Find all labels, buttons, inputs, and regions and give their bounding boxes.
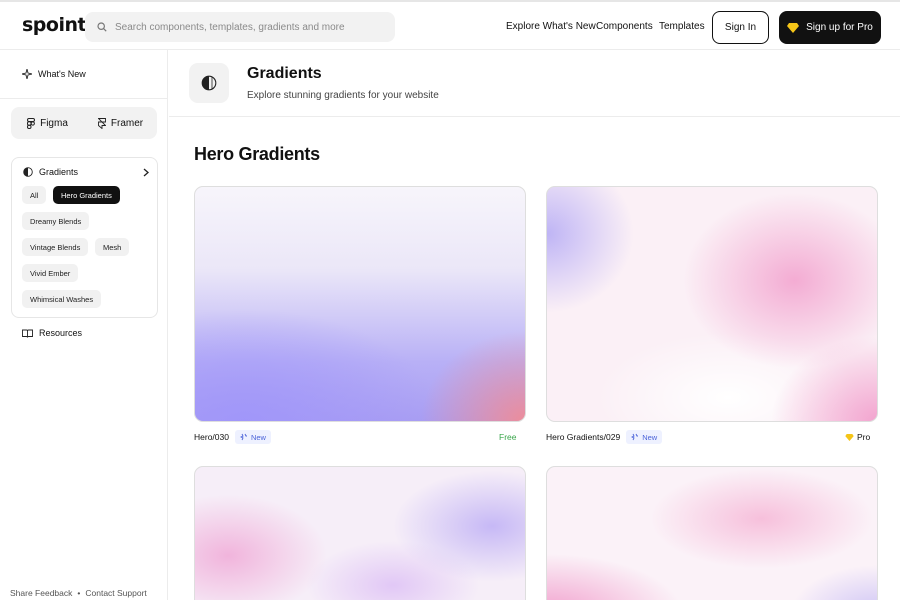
page-title: Gradients bbox=[247, 65, 322, 82]
free-label: Free bbox=[499, 432, 517, 442]
framer-icon bbox=[97, 117, 106, 129]
page-subtitle: Explore stunning gradients for your webs… bbox=[247, 90, 439, 101]
sparkle-icon bbox=[22, 69, 32, 79]
separator-dot: • bbox=[77, 588, 81, 598]
card-meta: Hero Gradients/029 New bbox=[546, 429, 663, 445]
category-label: Gradients bbox=[39, 167, 79, 177]
sidebar: What's New Figma Framer Gradients All He… bbox=[0, 50, 168, 600]
footer-links: Share Feedback • Contact Support bbox=[10, 588, 147, 598]
figma-label: Figma bbox=[40, 117, 68, 129]
pro-label: Pro bbox=[845, 432, 870, 442]
share-feedback-link[interactable]: Share Feedback bbox=[10, 588, 72, 598]
gem-icon bbox=[787, 22, 800, 33]
sparkle-icon bbox=[631, 433, 639, 441]
gradient-icon bbox=[189, 63, 229, 103]
gradient-card-thumbnail[interactable] bbox=[546, 186, 878, 422]
chip-dreamy-blends[interactable]: Dreamy Blends bbox=[22, 212, 90, 230]
chip-whimsical-washes[interactable]: Whimsical Washes bbox=[22, 290, 102, 308]
framer-label: Framer bbox=[110, 117, 144, 129]
card-title[interactable]: Hero Gradients/029 bbox=[546, 432, 620, 442]
section-title: Hero Gradients bbox=[194, 144, 320, 164]
chip-vintage-blends[interactable]: Vintage Blends bbox=[22, 238, 89, 256]
pro-label-text: Pro bbox=[857, 432, 871, 442]
divider bbox=[0, 98, 168, 99]
sign-up-pro-label: Sign up for Pro bbox=[806, 22, 873, 33]
tool-framer[interactable]: Framer bbox=[84, 107, 157, 139]
sign-in-button[interactable]: Sign In bbox=[712, 11, 769, 44]
contact-support-link[interactable]: Contact Support bbox=[85, 588, 146, 598]
card-meta: Hero/030 New bbox=[194, 429, 271, 445]
gradient-card-thumbnail[interactable] bbox=[194, 186, 526, 422]
page-header: Gradients Explore stunning gradients for… bbox=[169, 50, 900, 117]
nav-explore-whats-new[interactable]: Explore What's New bbox=[506, 21, 596, 32]
book-icon bbox=[22, 329, 33, 338]
top-header: spoint Explore What's New Components Tem… bbox=[0, 0, 900, 50]
category-panel: Gradients All Hero Gradients Dreamy Blen… bbox=[11, 157, 158, 318]
figma-icon bbox=[27, 117, 36, 129]
search-input[interactable] bbox=[115, 21, 385, 33]
new-badge-label: New bbox=[642, 432, 658, 442]
new-badge-label: New bbox=[250, 432, 266, 442]
chip-all[interactable]: All bbox=[22, 186, 47, 204]
sidebar-item-whats-new[interactable]: What's New bbox=[22, 69, 86, 79]
search-bar[interactable] bbox=[85, 12, 395, 42]
gradient-card-thumbnail[interactable] bbox=[546, 466, 878, 600]
chip-mesh[interactable]: Mesh bbox=[95, 238, 130, 256]
gem-icon bbox=[845, 433, 854, 441]
gradient-icon bbox=[23, 167, 33, 177]
chip-hero-gradients[interactable]: Hero Gradients bbox=[53, 186, 120, 204]
search-icon bbox=[97, 22, 107, 32]
nav-components[interactable]: Components bbox=[596, 21, 653, 32]
card-title[interactable]: Hero/030 bbox=[194, 432, 229, 442]
sparkle-icon bbox=[239, 433, 247, 441]
gradient-card-thumbnail[interactable] bbox=[194, 466, 526, 600]
nav-templates[interactable]: Templates bbox=[659, 21, 705, 32]
resources-label: Resources bbox=[39, 328, 83, 338]
chip-vivid-ember[interactable]: Vivid Ember bbox=[22, 264, 79, 282]
new-badge: New bbox=[626, 430, 663, 444]
logo[interactable]: spoint bbox=[22, 14, 87, 36]
new-badge: New bbox=[234, 430, 271, 444]
sidebar-item-resources[interactable]: Resources bbox=[22, 328, 82, 338]
chevron-right-icon[interactable] bbox=[143, 168, 149, 177]
sign-up-pro-button[interactable]: Sign up for Pro bbox=[779, 11, 881, 44]
category-header-gradients[interactable]: Gradients bbox=[23, 167, 149, 177]
tool-switcher: Figma Framer bbox=[11, 107, 157, 139]
whats-new-label: What's New bbox=[38, 69, 86, 79]
tool-figma[interactable]: Figma bbox=[11, 107, 84, 139]
